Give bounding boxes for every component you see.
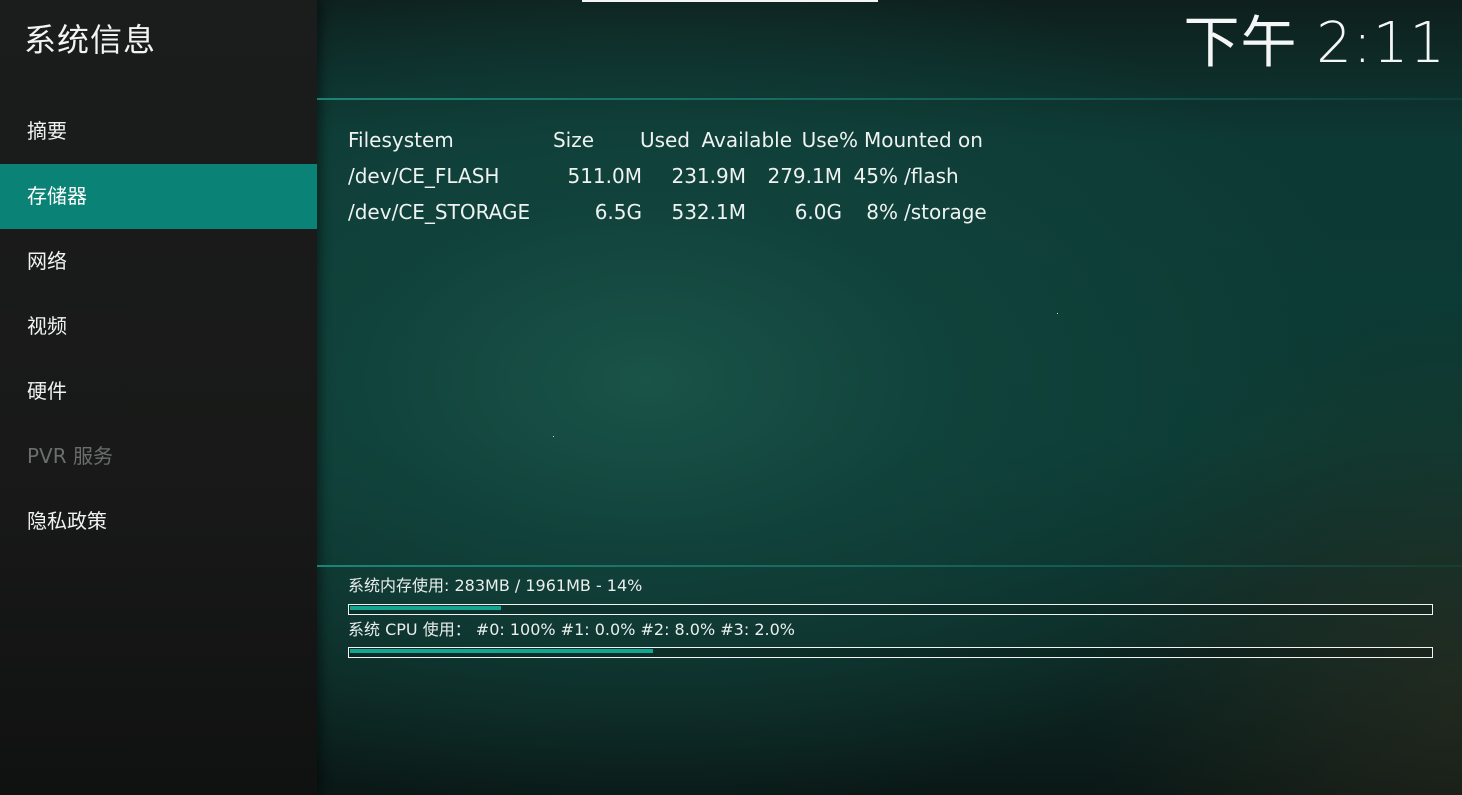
- app-window: 系统信息 摘要 存储器 网络 视频 硬件 PVR 服务 隐私政策 下午 2:11…: [0, 0, 1462, 795]
- main-panel: [317, 0, 1462, 795]
- column-header-used: Used: [639, 128, 690, 152]
- cell-mounted-on: /flash: [904, 164, 959, 188]
- header-divider: [317, 98, 1462, 100]
- table-header-row: Filesystem Size Used Available Use% Moun…: [348, 122, 987, 158]
- clock: 下午 2:11: [1183, 11, 1446, 76]
- cell-use-percent: 8%: [866, 200, 898, 224]
- page-title: 系统信息: [24, 21, 157, 59]
- column-header-available: Available: [701, 128, 792, 152]
- sidebar-menu: 摘要 存储器 网络 视频 硬件 PVR 服务 隐私政策: [0, 99, 317, 554]
- cell-used: 231.9M: [671, 164, 746, 188]
- table-row: /dev/CE_FLASH 511.0M 231.9M 279.1M 45% /…: [348, 158, 987, 194]
- cpu-usage-label: 系统 CPU 使用： #0: 100% #1: 0.0% #2: 8.0% #3…: [348, 620, 795, 639]
- cell-use-percent: 45%: [853, 164, 898, 188]
- column-header-use-percent: Use%: [801, 128, 858, 152]
- cell-size: 6.5G: [594, 200, 642, 224]
- memory-usage-bar: [348, 604, 1433, 615]
- cpu-usage-bar: [348, 647, 1433, 658]
- decorative-speck: [553, 436, 554, 437]
- column-header-mounted-on: Mounted on: [864, 128, 983, 152]
- cpu-usage-bar-fill: [350, 649, 653, 653]
- column-header-filesystem: Filesystem: [348, 128, 454, 152]
- storage-table: Filesystem Size Used Available Use% Moun…: [348, 122, 987, 230]
- cell-filesystem: /dev/CE_STORAGE: [348, 200, 531, 224]
- sidebar-item-privacy-policy[interactable]: 隐私政策: [0, 489, 317, 554]
- memory-usage-label: 系统内存使用: 283MB / 1961MB - 14%: [348, 576, 643, 595]
- top-indicator: [582, 0, 878, 2]
- table-row: /dev/CE_STORAGE 6.5G 532.1M 6.0G 8% /sto…: [348, 194, 987, 230]
- sidebar-item-summary[interactable]: 摘要: [0, 99, 317, 164]
- cell-size: 511.0M: [567, 164, 642, 188]
- sidebar: 系统信息 摘要 存储器 网络 视频 硬件 PVR 服务 隐私政策: [0, 0, 317, 795]
- cell-used: 532.1M: [671, 200, 746, 224]
- sidebar-item-hardware[interactable]: 硬件: [0, 359, 317, 424]
- cell-available: 6.0G: [794, 200, 842, 224]
- sidebar-item-network[interactable]: 网络: [0, 229, 317, 294]
- footer-divider: [317, 565, 1462, 567]
- sidebar-item-video[interactable]: 视频: [0, 294, 317, 359]
- cell-filesystem: /dev/CE_FLASH: [348, 164, 500, 188]
- cell-mounted-on: /storage: [904, 200, 987, 224]
- column-header-size: Size: [552, 128, 594, 152]
- sidebar-item-pvr-services: PVR 服务: [27, 444, 113, 468]
- sidebar-item-storage[interactable]: 存储器: [0, 164, 317, 229]
- memory-usage-bar-fill: [350, 606, 501, 610]
- cell-available: 279.1M: [767, 164, 842, 188]
- decorative-speck: [1057, 313, 1058, 314]
